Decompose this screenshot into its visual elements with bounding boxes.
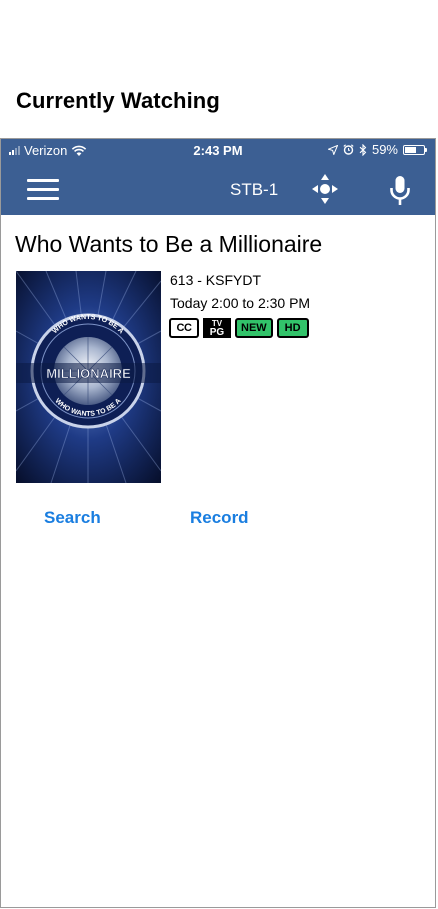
hamburger-menu-icon[interactable] bbox=[27, 179, 59, 201]
tv-rating-bottom: PG bbox=[209, 327, 225, 338]
poster-artwork: MILLIONAIRE WHO WANTS TO BE A WHO WANTS … bbox=[16, 271, 161, 483]
poster-main-text: MILLIONAIRE bbox=[46, 366, 131, 381]
microphone-icon[interactable] bbox=[387, 174, 413, 208]
channel-label: 613 - KSFYDT bbox=[170, 272, 262, 288]
page-heading: Currently Watching bbox=[16, 88, 220, 113]
screenshot-page: Currently Watching Verizon 2:43 PM 59% S… bbox=[0, 0, 438, 909]
program-badges: CC TV PG NEW HD bbox=[169, 318, 309, 338]
dpad-icon[interactable] bbox=[310, 172, 340, 206]
nav-bar: STB-1 bbox=[1, 163, 435, 215]
alarm-icon bbox=[343, 144, 354, 155]
new-badge: NEW bbox=[235, 318, 273, 338]
cc-badge: CC bbox=[169, 318, 199, 338]
airtime-label: Today 2:00 to 2:30 PM bbox=[170, 295, 311, 311]
status-right: 59% bbox=[327, 142, 427, 157]
hd-badge: HD bbox=[276, 318, 309, 338]
device-selector[interactable]: STB-1 bbox=[230, 180, 278, 200]
battery-percent: 59% bbox=[371, 142, 398, 157]
search-button[interactable]: Search bbox=[44, 508, 101, 528]
record-button[interactable]: Record bbox=[190, 508, 249, 528]
bluetooth-icon bbox=[359, 143, 367, 156]
status-bar: Verizon 2:43 PM 59% bbox=[1, 139, 435, 163]
program-poster: MILLIONAIRE WHO WANTS TO BE A WHO WANTS … bbox=[16, 271, 161, 483]
battery-icon bbox=[403, 144, 425, 155]
location-arrow-icon bbox=[327, 144, 338, 155]
tv-rating-badge: TV PG bbox=[203, 318, 231, 338]
program-title: Who Wants to Be a Millionaire bbox=[15, 231, 323, 257]
phone-screen: Verizon 2:43 PM 59% STB-1 Who Wants to B… bbox=[0, 138, 436, 908]
